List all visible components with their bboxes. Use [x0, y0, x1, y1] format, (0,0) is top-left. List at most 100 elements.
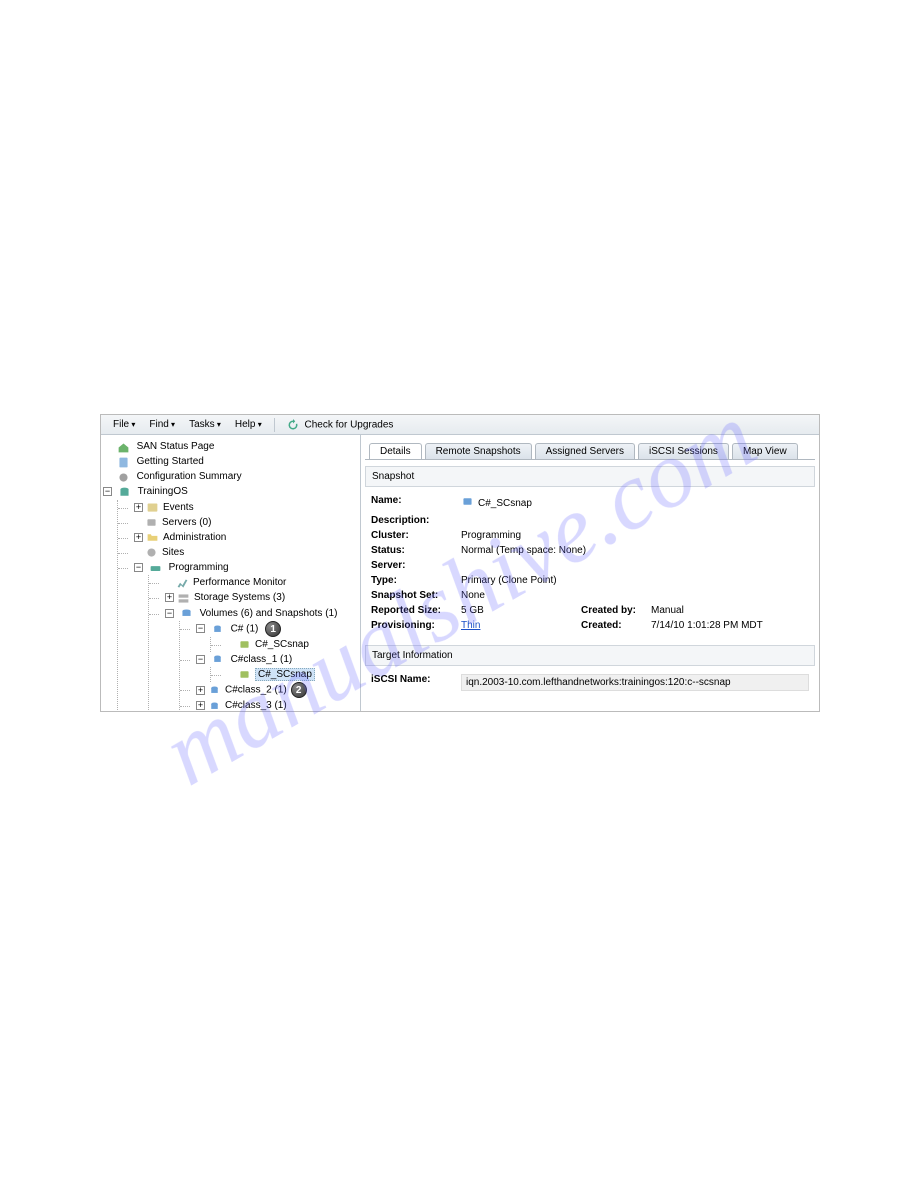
expander-icon[interactable]: + — [196, 686, 205, 695]
check-upgrades-label: Check for Upgrades — [305, 419, 394, 430]
created-value: 7/14/10 1:01:28 PM MDT — [651, 620, 809, 631]
expander-icon[interactable]: − — [165, 609, 174, 618]
tree-events[interactable]: Events — [163, 502, 194, 513]
tree-san-status[interactable]: SAN Status Page — [137, 441, 215, 452]
expander-icon[interactable]: + — [134, 533, 143, 542]
tab-iscsi-sessions[interactable]: iSCSI Sessions — [638, 443, 729, 459]
volume-icon — [211, 623, 225, 635]
snapshot-section-title: Snapshot — [365, 466, 815, 487]
app-window: File Find Tasks Help Check for Upgrades … — [100, 414, 820, 712]
expander-icon[interactable]: − — [103, 487, 112, 496]
tree-row[interactable]: SAN Status Page — [103, 439, 358, 454]
menu-file[interactable]: File — [107, 417, 141, 432]
annotation-badge-1: 1 — [265, 621, 281, 637]
status-label: Status: — [371, 545, 461, 556]
tree-row[interactable]: C#_SCsnap — [211, 667, 358, 682]
tree-row[interactable]: C#_SCsnap — [211, 637, 358, 652]
type-label: Type: — [371, 575, 461, 586]
tree-row[interactable]: Sites — [118, 545, 358, 560]
volume-icon — [208, 684, 222, 696]
snapshot-set-value: None — [461, 590, 809, 601]
tree-cclass1[interactable]: C#class_1 (1) — [231, 654, 293, 665]
main-content: SAN Status Page Getting Started Configur… — [101, 435, 819, 711]
snapshot-icon — [238, 638, 252, 650]
refresh-icon — [287, 419, 302, 430]
menu-tasks[interactable]: Tasks — [183, 417, 227, 432]
tree-row[interactable]: + C#class_3 (1) — [180, 698, 358, 711]
tab-details[interactable]: Details — [369, 443, 422, 459]
tree-row[interactable]: +C#class_2 (1)2 — [180, 682, 358, 698]
tab-map-view[interactable]: Map View — [732, 443, 798, 459]
storage-icon — [177, 592, 191, 604]
created-by-value: Manual — [651, 605, 809, 616]
home-icon — [117, 441, 131, 453]
tree-row[interactable]: + Events — [118, 500, 358, 515]
expander-icon[interactable]: − — [196, 624, 205, 633]
calendar-icon — [146, 501, 160, 513]
menu-file-label: File — [113, 419, 129, 430]
tree-cclass3[interactable]: C#class_3 (1) — [225, 700, 287, 711]
snapshot-icon — [461, 495, 474, 511]
reported-size-label: Reported Size: — [371, 605, 461, 616]
server-label: Server: — [371, 560, 461, 571]
tree-row[interactable]: − Volumes (6) and Snapshots (1) − C# (1) — [149, 606, 358, 711]
tree-trainingos[interactable]: TrainingOS — [138, 486, 188, 497]
tree-row[interactable]: Servers (0) — [118, 515, 358, 530]
name-value-text: C#_SCsnap — [478, 498, 532, 509]
tree-storage-systems[interactable]: Storage Systems (3) — [194, 592, 285, 603]
type-value: Primary (Clone Point) — [461, 575, 809, 586]
gear-icon — [117, 471, 131, 483]
tree-getting-started[interactable]: Getting Started — [137, 456, 204, 467]
tree-sites[interactable]: Sites — [162, 547, 184, 558]
tree-administration[interactable]: Administration — [163, 532, 226, 543]
menu-help[interactable]: Help — [229, 417, 268, 432]
tree-row[interactable]: − TrainingOS + Events Servers (0) + Admini… — [103, 484, 358, 711]
expander-icon[interactable]: − — [134, 563, 143, 572]
target-info-section: Target Information iSCSI Name: iqn.2003-… — [365, 645, 815, 699]
snapshot-icon — [238, 668, 252, 680]
tree-row[interactable]: − C# (1) 1 C#_SCsnap — [180, 621, 358, 652]
volume-icon — [211, 653, 225, 665]
tree-row[interactable]: Getting Started — [103, 454, 358, 469]
provisioning-link[interactable]: Thin — [461, 620, 480, 631]
tree-row[interactable]: + Storage Systems (3) — [149, 590, 358, 605]
tab-assigned-servers[interactable]: Assigned Servers — [535, 443, 635, 459]
tree-row[interactable]: Configuration Summary — [103, 469, 358, 484]
expander-icon[interactable]: + — [196, 701, 205, 710]
check-upgrades-button[interactable]: Check for Upgrades — [281, 417, 400, 433]
reported-size-value: 5 GB — [461, 605, 561, 616]
tree-volumes-snapshots[interactable]: Volumes (6) and Snapshots (1) — [200, 608, 338, 619]
iscsi-name-value[interactable]: iqn.2003-10.com.lefthandnetworks:trainin… — [461, 674, 809, 691]
tree-servers[interactable]: Servers (0) — [162, 517, 211, 528]
server-icon — [145, 516, 159, 528]
tree-config-summary[interactable]: Configuration Summary — [137, 471, 242, 482]
name-value: C#_SCsnap — [461, 495, 809, 511]
volume-icon — [208, 700, 222, 711]
tab-remote-snapshots[interactable]: Remote Snapshots — [425, 443, 532, 459]
expander-icon[interactable]: + — [134, 503, 143, 512]
cluster-label: Cluster: — [371, 530, 461, 541]
status-value: Normal (Temp space: None) — [461, 545, 809, 556]
folder-icon — [146, 531, 160, 543]
menubar: File Find Tasks Help Check for Upgrades — [101, 415, 819, 435]
iscsi-name-label: iSCSI Name: — [371, 674, 461, 691]
expander-icon[interactable]: + — [165, 593, 174, 602]
target-info-title: Target Information — [365, 645, 815, 666]
tree-row[interactable]: Performance Monitor — [149, 575, 358, 590]
tree-row[interactable]: + Administration — [118, 530, 358, 545]
menu-find[interactable]: Find — [143, 417, 181, 432]
cluster-icon — [149, 562, 163, 574]
tree-row[interactable]: − C#class_1 (1) C#_SCsnap — [180, 652, 358, 682]
expander-icon[interactable]: − — [196, 655, 205, 664]
menubar-separator — [274, 418, 275, 432]
tree-row[interactable]: − Programming Performance Monitor + Stora… — [118, 560, 358, 711]
tree-programming[interactable]: Programming — [169, 562, 229, 573]
tree-csharp[interactable]: C# (1) — [231, 623, 259, 634]
tree-csharp-scsnap[interactable]: C#_SCsnap — [255, 639, 309, 650]
tree-perfmon[interactable]: Performance Monitor — [193, 577, 286, 588]
menu-help-label: Help — [235, 419, 256, 430]
provisioning-value: Thin — [461, 620, 561, 631]
tree-cclass2[interactable]: C#class_2 (1) — [225, 685, 287, 696]
menu-tasks-label: Tasks — [189, 419, 215, 430]
tree-cclass1-scsnap-selected[interactable]: C#_SCsnap — [255, 668, 315, 681]
